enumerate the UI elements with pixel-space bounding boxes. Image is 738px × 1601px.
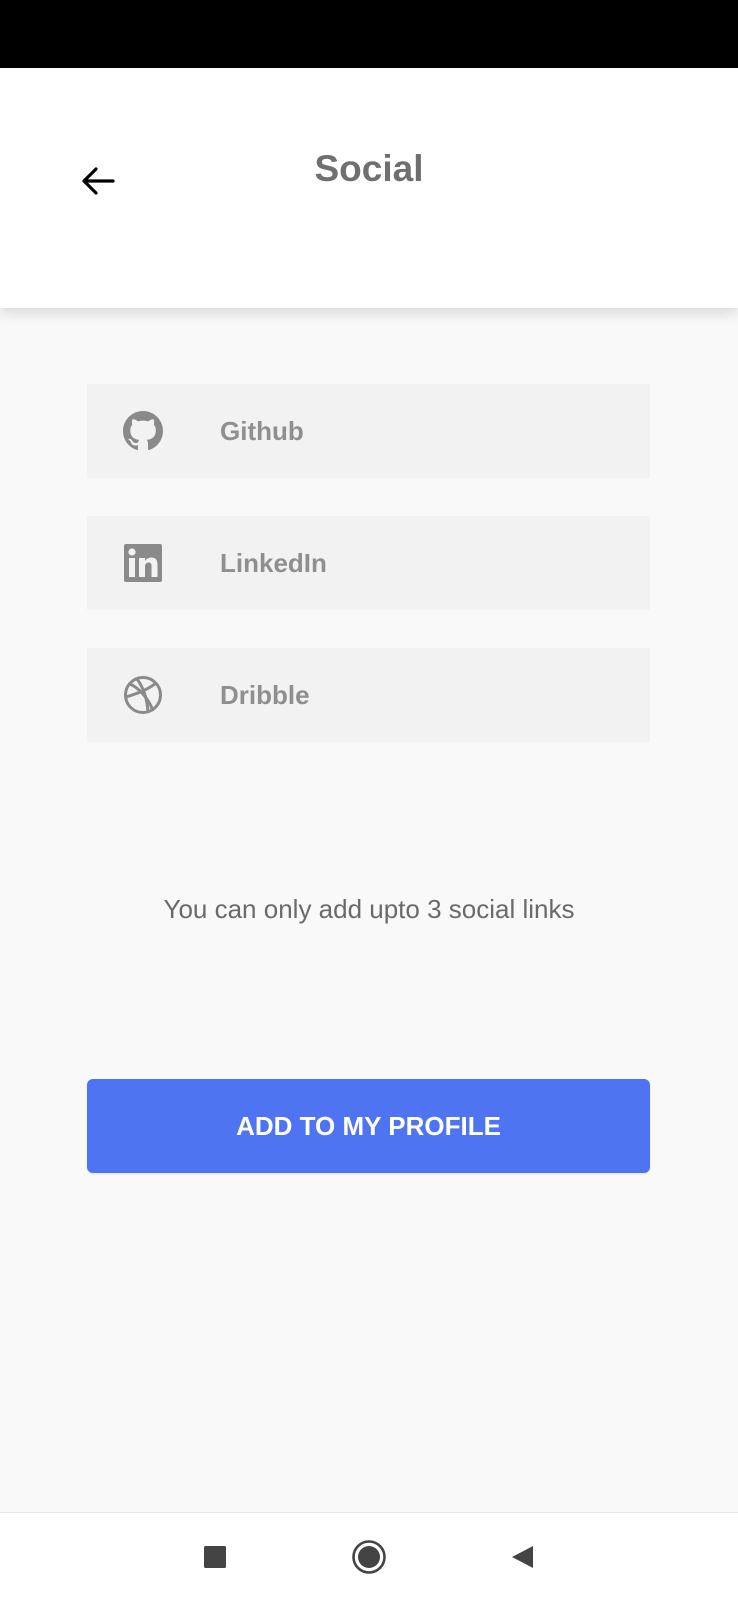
- page-title: Social: [314, 148, 424, 189]
- recents-button[interactable]: [193, 1535, 237, 1579]
- app-bar: Social: [0, 68, 738, 308]
- dribbble-icon: [123, 675, 163, 715]
- circle-icon: [352, 1540, 386, 1574]
- social-item-label: Github: [220, 415, 304, 446]
- social-item-dribbble[interactable]: Dribble: [87, 648, 650, 742]
- nav-back-button[interactable]: [500, 1535, 544, 1579]
- linkedin-icon: [123, 543, 163, 583]
- triangle-back-icon: [512, 1546, 533, 1568]
- square-icon: [204, 1546, 226, 1568]
- social-links-list: Github LinkedIn Dribble: [87, 384, 650, 780]
- github-icon: [123, 411, 163, 451]
- social-item-linkedin[interactable]: LinkedIn: [87, 516, 650, 610]
- social-item-github[interactable]: Github: [87, 384, 650, 478]
- home-button[interactable]: [347, 1535, 391, 1579]
- status-bar: [0, 0, 738, 68]
- social-item-label: Dribble: [220, 679, 310, 710]
- social-item-label: LinkedIn: [220, 547, 327, 578]
- add-to-profile-button[interactable]: ADD TO MY PROFILE: [87, 1079, 650, 1173]
- social-limit-info-text: You can only add upto 3 social links: [163, 894, 575, 924]
- system-nav-bar: [0, 1512, 738, 1601]
